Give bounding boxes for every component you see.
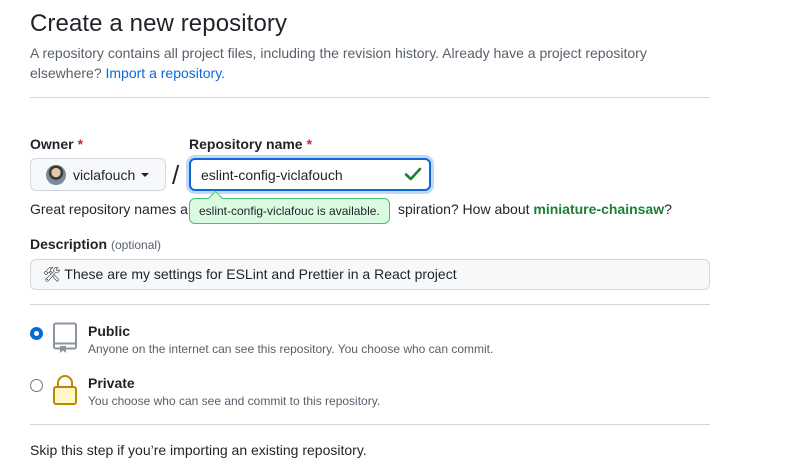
name-suggestion-link[interactable]: miniature-chainsaw — [533, 201, 664, 217]
page-title: Create a new repository — [30, 10, 288, 37]
visibility-divider — [30, 424, 710, 425]
description-label-text: Description — [30, 236, 108, 252]
owner-label: Owner * — [30, 136, 83, 152]
page-subtitle: A repository contains all project files,… — [30, 43, 690, 83]
description-divider — [30, 304, 710, 305]
repo-icon — [53, 322, 77, 353]
visibility-private-radio[interactable] — [30, 379, 43, 392]
repo-name-required-mark: * — [306, 136, 313, 152]
avatar — [46, 164, 66, 185]
hint-middle: spiration? How about — [397, 201, 530, 217]
repo-name-label-text: Repository name — [189, 136, 303, 152]
description-optional-label: (optional) — [111, 238, 162, 252]
visibility-public-title: Public — [88, 323, 131, 339]
owner-dropdown[interactable]: viclafouch — [30, 158, 166, 191]
import-repository-link[interactable]: Import a repository. — [106, 65, 226, 81]
lock-icon — [53, 375, 77, 405]
chevron-down-icon — [141, 172, 150, 177]
repo-name-label: Repository name * — [189, 136, 312, 152]
check-icon — [404, 167, 422, 181]
visibility-public-radio[interactable] — [30, 327, 43, 340]
template-skip-note: Skip this step if you’re importing an ex… — [30, 442, 367, 458]
visibility-private-title: Private — [88, 375, 135, 391]
hint-suffix: ? — [664, 201, 672, 217]
repository-name-input[interactable] — [189, 158, 431, 191]
visibility-public-description: Anyone on the internet can see this repo… — [88, 342, 494, 356]
header-divider — [30, 97, 710, 98]
owner-name: viclafouch — [73, 166, 136, 183]
owner-required-mark: * — [77, 136, 84, 152]
availability-tooltip: eslint-config-viclafouc is available. — [189, 198, 390, 224]
visibility-private-description: You choose who can see and commit to thi… — [88, 394, 381, 408]
hint-prefix: Great repository names a — [30, 201, 188, 217]
description-input[interactable] — [30, 259, 710, 290]
owner-label-text: Owner — [30, 136, 74, 152]
owner-repo-separator: / — [172, 160, 180, 190]
description-label: Description (optional) — [30, 236, 161, 252]
